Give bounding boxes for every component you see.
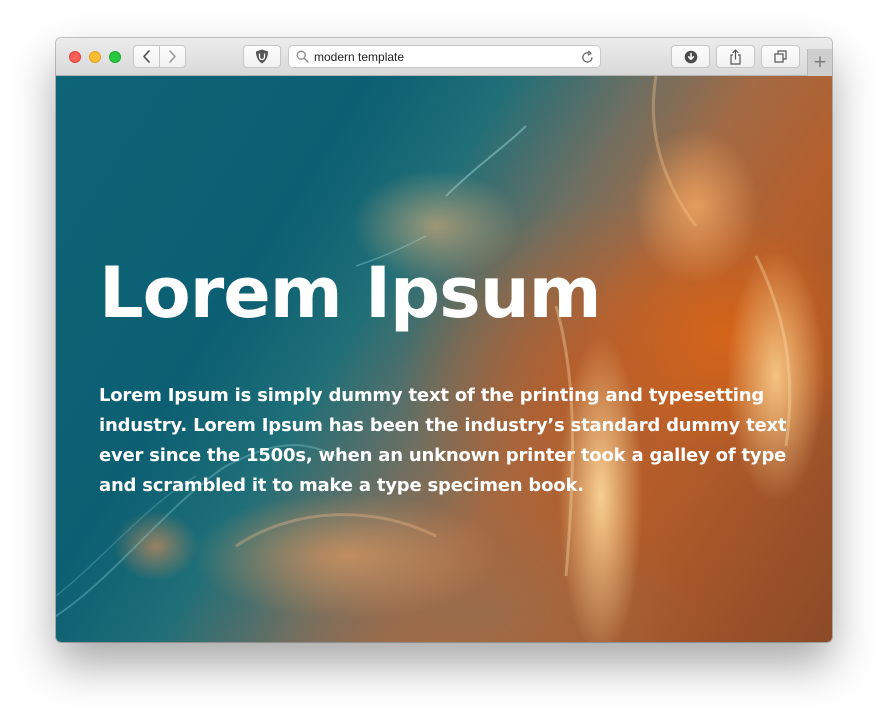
forward-button[interactable] (160, 46, 185, 67)
tabs-overview-icon (774, 50, 787, 63)
browser-toolbar: modern template + (56, 38, 832, 76)
share-button[interactable] (716, 45, 755, 68)
share-icon (730, 48, 741, 65)
hero-background-texture (56, 76, 792, 617)
hero-description: Lorem Ipsum is simply dummy text of the … (99, 385, 787, 496)
hero-title: Lorem Ipsum (99, 252, 602, 334)
minimize-window-button[interactable] (89, 51, 101, 63)
download-icon (684, 50, 697, 63)
address-bar[interactable]: modern template (288, 45, 601, 68)
search-icon (296, 50, 309, 63)
back-button[interactable] (134, 46, 160, 67)
browser-window: modern template + Lorem Ipsum Lorem Ipsu… (56, 38, 832, 642)
ublock-extension-button[interactable] (243, 45, 281, 68)
maximize-window-button[interactable] (109, 51, 121, 63)
tabs-overview-button[interactable] (761, 45, 800, 68)
close-window-button[interactable] (69, 51, 81, 63)
address-bar-text[interactable]: modern template (314, 50, 404, 64)
reload-icon[interactable] (581, 50, 594, 64)
ublock-shield-icon (256, 49, 268, 64)
navigation-buttons (133, 45, 186, 68)
hero-section: Lorem Ipsum Lorem Ipsum is simply dummy … (56, 76, 832, 642)
chevron-left-icon (143, 50, 150, 63)
new-tab-button[interactable]: + (807, 49, 832, 76)
downloads-button[interactable] (671, 45, 710, 68)
chevron-right-icon (169, 50, 176, 63)
